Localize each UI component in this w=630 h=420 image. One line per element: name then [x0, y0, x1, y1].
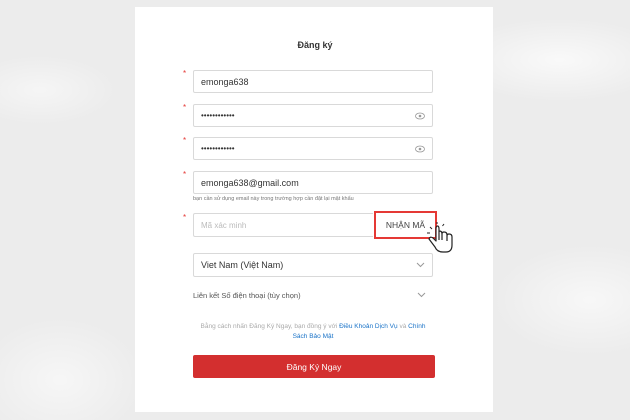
register-button[interactable]: Đăng Ký Ngay: [193, 355, 435, 378]
terms-and: và: [397, 323, 409, 330]
hand-cursor-icon: [427, 222, 453, 253]
country-value: Viet Nam (Việt Nam): [201, 260, 284, 270]
link-phone-label: Liên kết Số điện thoại (tùy chọn): [193, 290, 301, 300]
terms-text: Bằng cách nhấn Đăng Ký Ngay, bạn đồng ý …: [193, 322, 433, 342]
chevron-down-icon: [417, 292, 426, 298]
required-marker: *: [183, 170, 187, 179]
page-title: Đăng ký: [297, 40, 333, 50]
password-field[interactable]: ••••••••••••: [193, 104, 433, 127]
eye-icon[interactable]: [415, 145, 425, 153]
required-marker: *: [183, 136, 187, 145]
email-value: emonga638@gmail.com: [201, 177, 299, 188]
confirm-password-field[interactable]: ••••••••••••: [193, 137, 433, 160]
terms-of-service-link[interactable]: Điều Khoản Dịch Vụ: [339, 323, 398, 330]
terms-prefix: Bằng cách nhấn Đăng Ký Ngay, bạn đồng ý …: [200, 323, 340, 330]
eye-icon[interactable]: [415, 112, 425, 120]
register-card: [135, 7, 493, 412]
verification-code-placeholder: Mã xác minh: [201, 220, 247, 230]
required-marker: *: [183, 213, 187, 222]
confirm-password-value: ••••••••••••: [201, 144, 235, 153]
link-phone-toggle[interactable]: Liên kết Số điện thoại (tùy chọn): [193, 287, 433, 303]
country-select[interactable]: Viet Nam (Việt Nam): [193, 253, 433, 277]
password-value: ••••••••••••: [201, 111, 235, 120]
email-hint: bạn cần sử dụng email này trong trường h…: [193, 196, 354, 202]
required-marker: *: [183, 103, 187, 112]
username-value: emonga638: [201, 76, 249, 87]
username-field[interactable]: emonga638: [193, 70, 433, 93]
chevron-down-icon: [416, 262, 425, 268]
required-marker: *: [183, 69, 187, 78]
email-field[interactable]: emonga638@gmail.com: [193, 171, 433, 194]
verification-code-input[interactable]: Mã xác minh: [193, 213, 373, 237]
